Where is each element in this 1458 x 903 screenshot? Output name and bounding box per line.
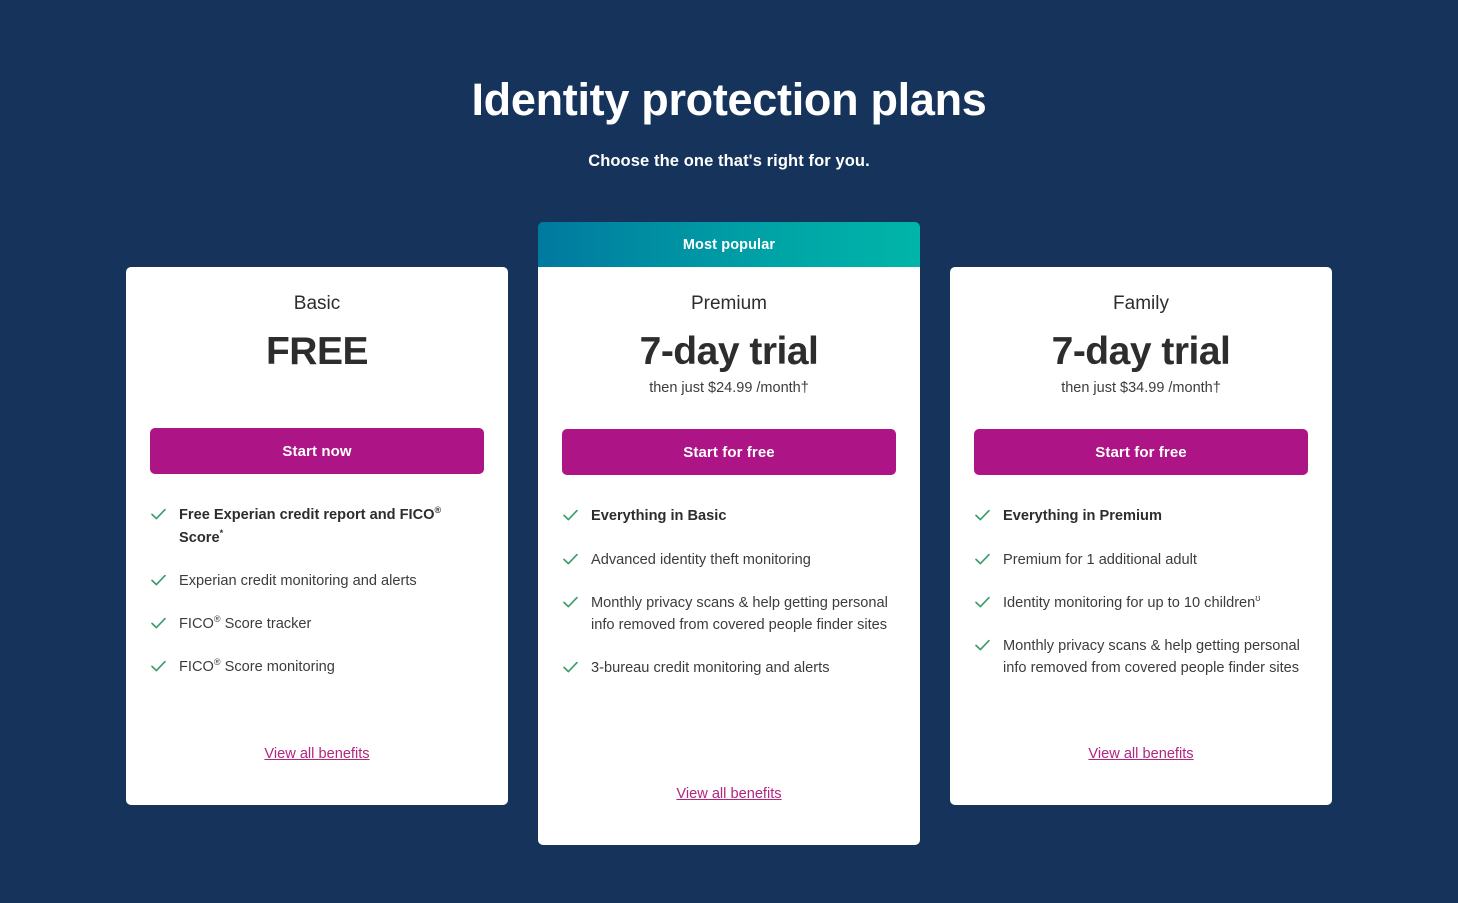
feature-list: Everything in Basic Advanced identity the… (562, 505, 896, 679)
feature-list: Everything in Premium Premium for 1 addit… (974, 505, 1308, 679)
feature-item: 3-bureau credit monitoring and alerts (562, 657, 896, 679)
feature-label: Premium for 1 additional adult (1003, 551, 1197, 568)
card-body: Premium 7-day trial then just $24.99 /mont… (538, 267, 920, 845)
feature-item: Monthly privacy scans & help getting per… (974, 635, 1308, 679)
checkmark-icon (974, 551, 991, 568)
feature-label: FICO® Score monitoring (179, 657, 335, 676)
checkmark-icon (150, 658, 167, 675)
checkmark-icon (562, 507, 579, 524)
feature-label: Monthly privacy scans & help getting per… (1003, 637, 1300, 677)
plan-price-note: then just $24.99 /month† (649, 380, 809, 397)
plan-name: Family (1113, 293, 1169, 314)
checkmark-icon (150, 506, 167, 523)
checkmark-icon (562, 659, 579, 676)
checkmark-icon (150, 572, 167, 589)
plan-price: 7-day trial (639, 329, 819, 373)
pricing-page: Identity protection plans Choose the one… (0, 0, 1458, 903)
badge-spacer (126, 222, 508, 267)
feature-item: FICO® Score tracker (150, 613, 484, 635)
card-body: Family 7-day trial then just $34.99 /month… (950, 267, 1332, 805)
view-all-benefits-link[interactable]: View all benefits (1088, 746, 1193, 762)
feature-label: Experian credit monitoring and alerts (179, 572, 417, 589)
feature-item: Identity monitoring for up to 10 childre… (974, 592, 1308, 614)
feature-label: Advanced identity theft monitoring (591, 551, 811, 568)
feature-item: Everything in Premium (974, 505, 1308, 527)
plan-cards-container: Basic FREE Start now Free Experian credit r… (0, 222, 1458, 845)
feature-item: Advanced identity theft monitoring (562, 549, 896, 571)
cta-container: Start for free (562, 429, 896, 476)
plan-name: Premium (690, 293, 767, 314)
benefits-link-container: View all benefits (562, 757, 896, 845)
feature-label: Identity monitoring for up to 10 childre… (1003, 592, 1261, 611)
most-popular-badge: Most popular (538, 222, 920, 267)
feature-item: Experian credit monitoring and alerts (150, 570, 484, 592)
benefits-link-container: View all benefits (150, 717, 484, 805)
badge-spacer (950, 222, 1332, 267)
view-all-benefits-link[interactable]: View all benefits (676, 786, 781, 802)
feature-item: FICO® Score monitoring (150, 656, 484, 678)
page-subtitle: Choose the one that's right for you. (588, 151, 870, 170)
plan-price-note: then just $34.99 /month† (1061, 380, 1221, 397)
feature-label: Everything in Premium (1003, 508, 1162, 525)
feature-item: Monthly privacy scans & help getting per… (562, 592, 896, 636)
cta-container: Start now (150, 428, 484, 475)
start-plan-button[interactable]: Start now (150, 428, 484, 475)
cta-container: Start for free (974, 429, 1308, 476)
feature-list: Free Experian credit report and FICO® Sc… (150, 504, 484, 678)
page-header: Identity protection plans Choose the one… (0, 0, 1458, 171)
checkmark-icon (974, 594, 991, 611)
feature-item: Premium for 1 additional adult (974, 549, 1308, 571)
card-body: Basic FREE Start now Free Experian credit r… (126, 267, 508, 805)
feature-label: Everything in Basic (591, 508, 727, 525)
plan-card-family: Family 7-day trial then just $34.99 /month… (950, 222, 1332, 805)
checkmark-icon (150, 615, 167, 632)
start-plan-button[interactable]: Start for free (974, 429, 1308, 476)
benefits-link-container: View all benefits (974, 717, 1308, 805)
start-plan-button[interactable]: Start for free (562, 429, 896, 476)
plan-price: 7-day trial (1051, 329, 1231, 373)
view-all-benefits-link[interactable]: View all benefits (264, 746, 369, 762)
page-title: Identity protection plans (471, 74, 987, 125)
checkmark-icon (974, 507, 991, 524)
checkmark-icon (974, 637, 991, 654)
feature-label: Free Experian credit report and FICO® Sc… (179, 505, 442, 546)
plan-name: Basic (293, 293, 341, 314)
feature-label: Monthly privacy scans & help getting per… (591, 594, 888, 633)
checkmark-icon (562, 594, 579, 611)
feature-item: Free Experian credit report and FICO® Sc… (150, 504, 484, 548)
feature-item: Everything in Basic (562, 505, 896, 527)
plan-card-premium: Most popular Premium 7-day trial then just … (538, 222, 920, 845)
checkmark-icon (562, 551, 579, 568)
feature-label: 3-bureau credit monitoring and alerts (591, 660, 830, 677)
plan-card-basic: Basic FREE Start now Free Experian credit r… (126, 222, 508, 805)
feature-label: FICO® Score tracker (179, 614, 312, 632)
plan-price: FREE (265, 329, 369, 373)
